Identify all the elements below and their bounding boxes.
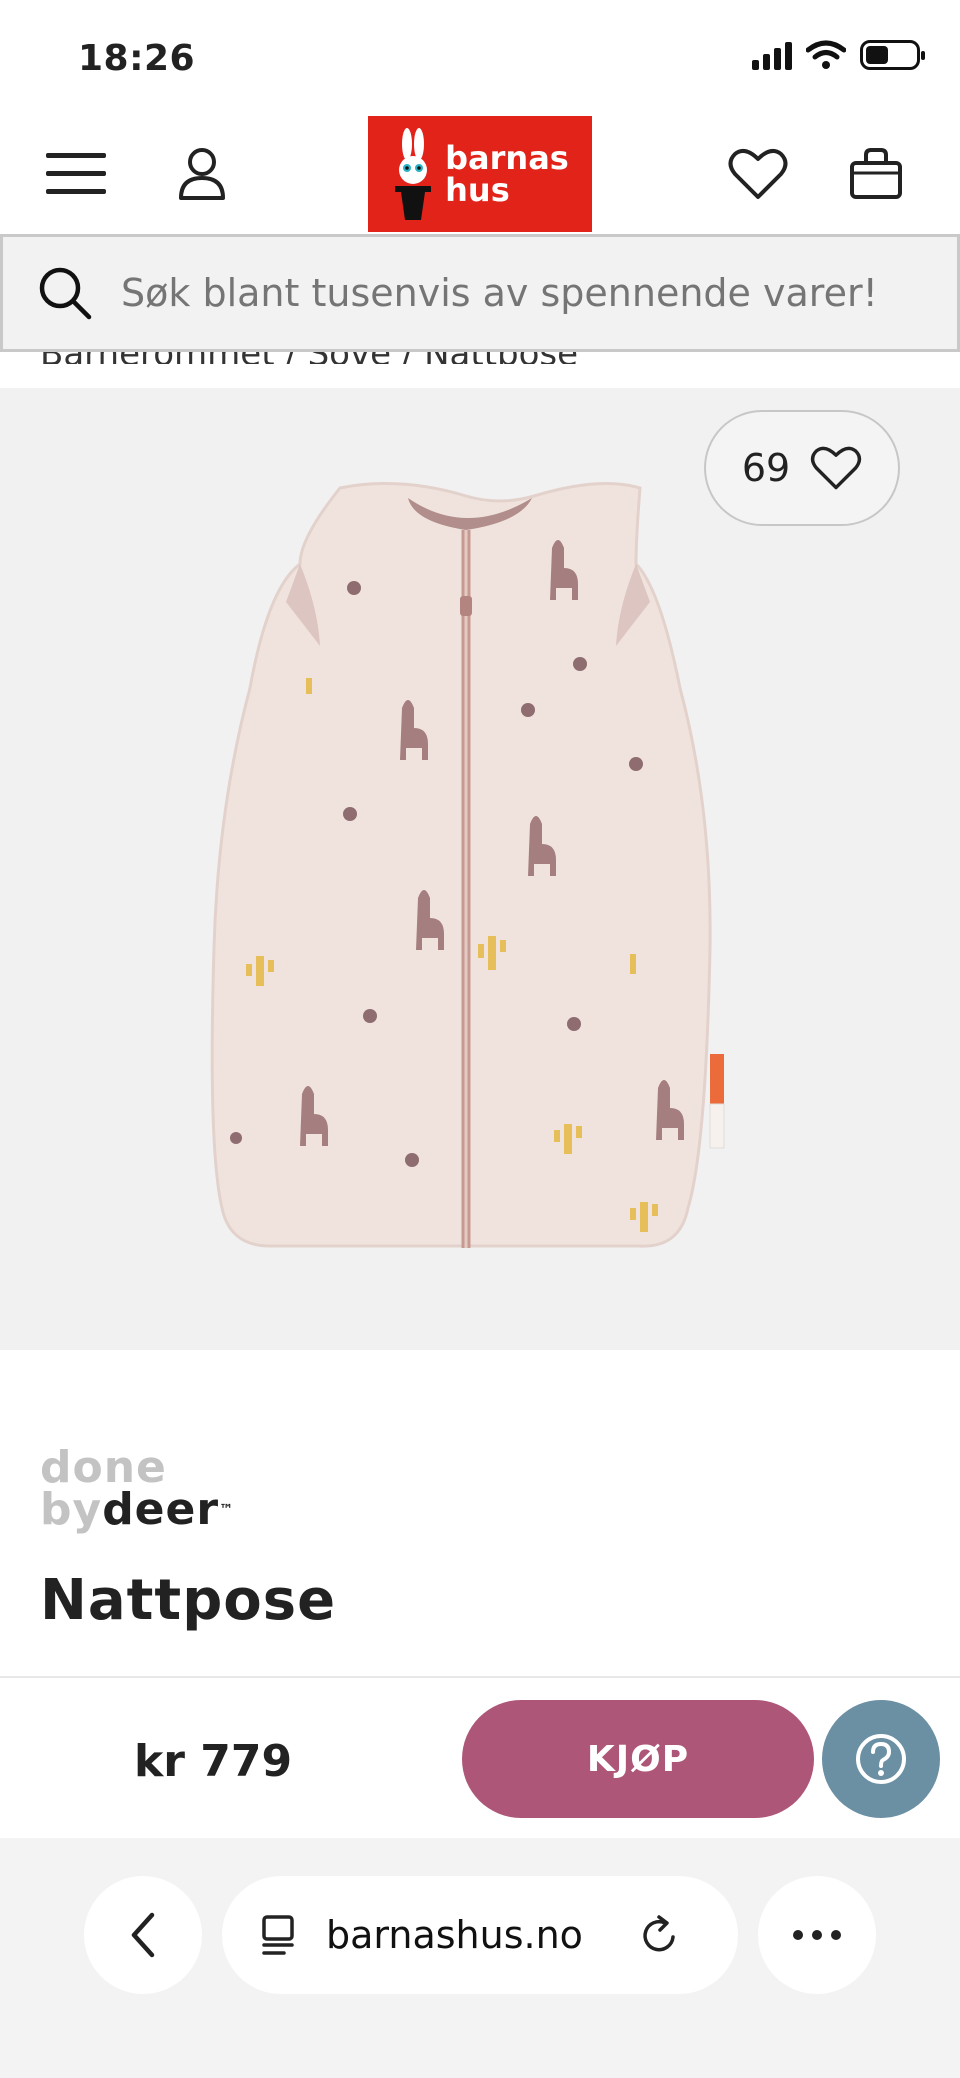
wishlist-count: 69	[741, 446, 791, 490]
product-title: Nattpose	[40, 1568, 337, 1633]
search-input[interactable]	[121, 271, 901, 315]
search-icon[interactable]	[37, 265, 93, 321]
site-logo[interactable]: barnas hus	[368, 116, 592, 232]
search-bar[interactable]	[0, 234, 960, 352]
menu-icon[interactable]	[38, 136, 114, 212]
cellular-signal-icon	[752, 40, 792, 70]
sleeping-bag-image[interactable]	[0, 388, 960, 1350]
wishlist-count-button[interactable]: 69	[704, 410, 900, 526]
brand-logo[interactable]: done bydeer™	[40, 1446, 234, 1532]
product-image-area[interactable]: 69	[0, 388, 960, 1350]
status-bar: 18:26	[0, 0, 960, 116]
reader-mode-icon[interactable]	[258, 1913, 302, 1957]
heart-outline-icon	[811, 446, 862, 490]
site-header: barnas hus	[0, 116, 960, 232]
url-text[interactable]: barnashus.no	[326, 1913, 583, 1957]
logo-text: barnas hus	[445, 139, 569, 209]
browser-toolbar: barnashus.no	[0, 1838, 960, 2078]
product-price: kr 779	[134, 1736, 293, 1787]
user-icon[interactable]	[164, 136, 240, 212]
back-button[interactable]	[84, 1876, 202, 1994]
chevron-left-icon	[131, 1912, 155, 1958]
question-mark-icon	[856, 1734, 906, 1784]
buy-button[interactable]: KJØP	[462, 1700, 814, 1818]
more-options-button[interactable]	[758, 1876, 876, 1994]
address-bar[interactable]: barnashus.no	[222, 1876, 738, 1994]
status-time: 18:26	[78, 38, 196, 79]
help-button[interactable]	[822, 1700, 940, 1818]
more-dots-icon	[793, 1930, 841, 1940]
rabbit-logo-icon	[395, 128, 432, 220]
bag-icon[interactable]	[838, 136, 914, 212]
heart-icon[interactable]	[720, 136, 796, 212]
reload-icon[interactable]	[637, 1913, 681, 1957]
status-icons	[752, 40, 925, 70]
wifi-icon	[806, 40, 846, 69]
buy-bar: kr 779 KJØP	[0, 1678, 960, 1838]
battery-icon	[860, 40, 925, 70]
